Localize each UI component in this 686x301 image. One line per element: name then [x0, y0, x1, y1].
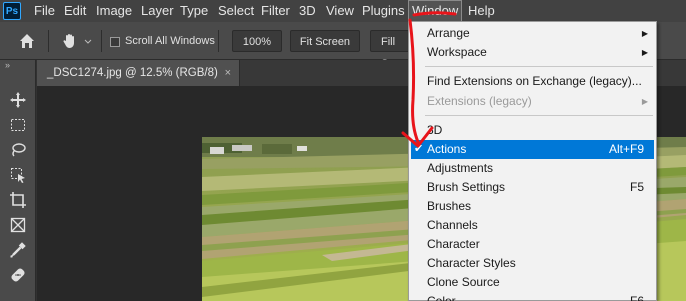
document-tab[interactable]: _DSC1274.jpg @ 12.5% (RGB/8) × — [37, 60, 240, 86]
menu-edit[interactable]: Edit — [61, 0, 89, 22]
document-title: _DSC1274.jpg @ 12.5% (RGB/8) — [47, 67, 218, 79]
menu-plugins[interactable]: Plugins — [359, 0, 408, 22]
menu-item-brush-settings[interactable]: Brush Settings F5 — [409, 178, 656, 197]
menu-select[interactable]: Select — [215, 0, 257, 22]
menu-item-3d[interactable]: 3D — [409, 121, 656, 140]
menu-item-arrange[interactable]: Arrange ▶ — [409, 24, 656, 43]
frame-tool-icon[interactable] — [8, 215, 28, 235]
menu-item-color[interactable]: Color F6 — [409, 292, 656, 301]
lasso-tool-icon[interactable] — [8, 140, 28, 160]
menu-window[interactable]: Window — [408, 0, 463, 22]
close-icon[interactable]: × — [225, 60, 231, 86]
window-menu-dropdown: Arrange ▶ Workspace ▶ Find Extensions on… — [408, 21, 657, 301]
hand-tool-icon[interactable] — [60, 31, 80, 51]
zoom-100-button[interactable]: 100% — [232, 30, 282, 52]
menu-separator — [425, 115, 653, 116]
menu-layer[interactable]: Layer — [138, 0, 177, 22]
menu-item-extensions-legacy: Extensions (legacy) ▶ — [409, 92, 656, 111]
scroll-all-windows-label: Scroll All Windows — [125, 35, 215, 47]
menu-view[interactable]: View — [323, 0, 357, 22]
submenu-arrow-icon: ▶ — [641, 97, 648, 106]
menu-item-character-styles[interactable]: Character Styles — [409, 254, 656, 273]
menu-item-clone-source[interactable]: Clone Source — [409, 273, 656, 292]
crop-tool-icon[interactable] — [8, 190, 28, 210]
menu-item-character[interactable]: Character — [409, 235, 656, 254]
scroll-all-windows-checkbox[interactable] — [110, 37, 120, 47]
fill-screen-button[interactable]: Fill Sc — [370, 30, 410, 70]
submenu-arrow-icon: ▶ — [641, 29, 648, 38]
menu-3d[interactable]: 3D — [296, 0, 319, 22]
tools-panel: » — [0, 60, 36, 301]
eyedropper-tool-icon[interactable] — [8, 240, 28, 260]
menu-image[interactable]: Image — [93, 0, 135, 22]
home-icon[interactable] — [17, 31, 37, 51]
menu-bar: Ps File Edit Image Layer Type Select Fil… — [0, 0, 686, 22]
object-selection-tool-icon[interactable] — [8, 165, 28, 185]
photoshop-logo: Ps — [3, 2, 21, 20]
collapse-panel-icon[interactable]: » — [5, 60, 10, 70]
move-tool-icon[interactable] — [8, 90, 28, 110]
checkmark-icon: ✔ — [414, 143, 424, 155]
healing-brush-tool-icon[interactable] — [8, 265, 28, 285]
menu-item-channels[interactable]: Channels — [409, 216, 656, 235]
menu-item-actions[interactable]: ✔ Actions Alt+F9 — [411, 140, 654, 159]
menu-item-brushes[interactable]: Brushes — [409, 197, 656, 216]
menu-filter[interactable]: Filter — [258, 0, 293, 22]
menu-item-workspace[interactable]: Workspace ▶ — [409, 43, 656, 62]
marquee-tool-icon[interactable] — [8, 115, 28, 135]
chevron-down-icon[interactable] — [82, 32, 94, 52]
menu-file[interactable]: File — [31, 0, 58, 22]
menu-help[interactable]: Help — [465, 0, 498, 22]
menu-separator — [425, 66, 653, 67]
menu-type[interactable]: Type — [177, 0, 211, 22]
submenu-arrow-icon: ▶ — [641, 48, 648, 57]
fit-screen-button[interactable]: Fit Screen — [290, 30, 360, 52]
menu-item-adjustments[interactable]: Adjustments — [409, 159, 656, 178]
menu-item-find-extensions[interactable]: Find Extensions on Exchange (legacy)... — [409, 72, 656, 91]
